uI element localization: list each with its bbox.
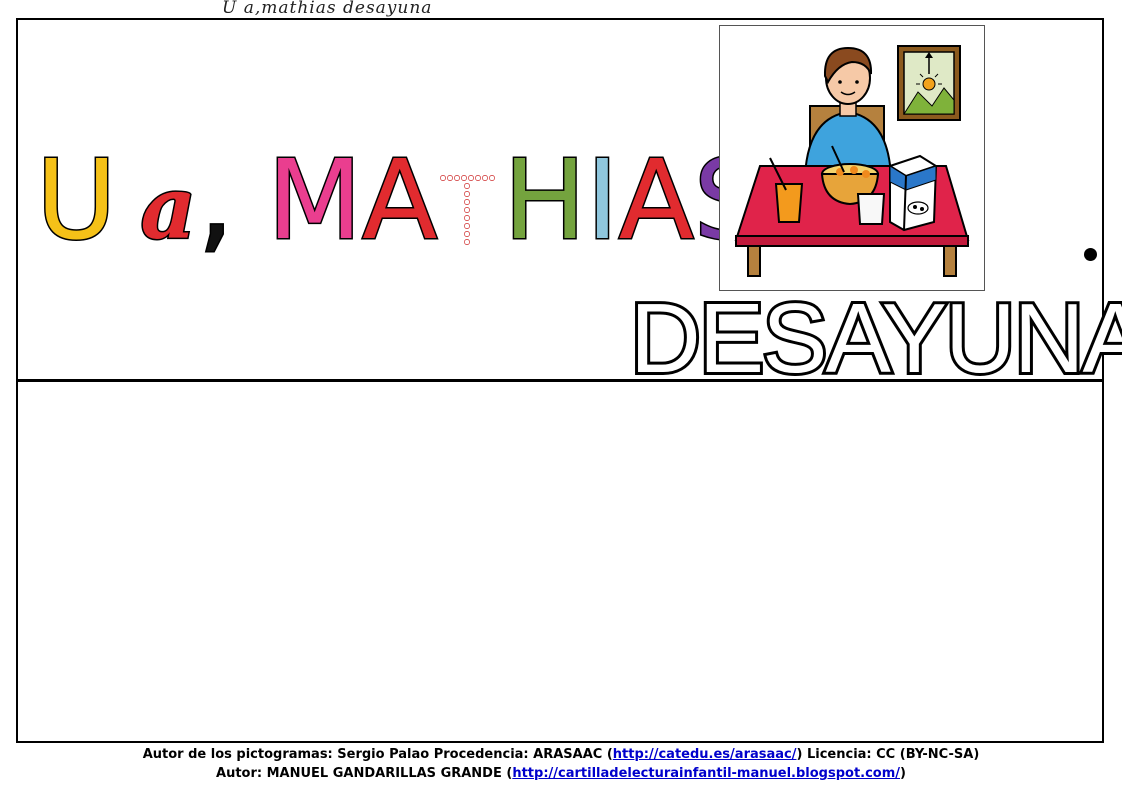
letter-m: M [266,136,364,264]
letter-h: H [502,136,588,264]
letter-i: I [585,136,620,264]
arasaac-link[interactable]: http://catedu.es/arasaac/ [613,747,797,762]
letter-u: U [35,136,118,264]
credits-line-1-license: ) Licencia: CC (BY-NC-SA) [796,747,980,762]
credits-line-2-text: Autor: MANUEL GANDARILLAS GRANDE ( [216,766,513,781]
worksheet-caption: U a,mathias desayuna [222,0,433,18]
credits: Autor de los pictogramas: Sergio Palao P… [0,745,1122,783]
credits-line-1-text: Autor de los pictogramas: Sergio Palao P… [142,747,613,762]
letter-a-2: A [617,136,695,264]
credits-line-2-close: ) [900,766,906,781]
letter-a: A [361,136,439,264]
blog-link[interactable]: http://cartilladelecturainfantil-manuel.… [512,766,900,781]
comma: , [197,136,235,264]
verb-word: DESAYUNA [627,283,1122,393]
letter-a-script: a [139,157,198,261]
breakfast-pictogram [719,25,985,291]
letter-t-dotted: T [437,140,503,260]
period-dot [1084,248,1097,261]
sentence-headline: Ua,MA THIAS [35,136,766,280]
child-eating-breakfast-icon [734,45,970,277]
credits-line-2: Autor: MANUEL GANDARILLAS GRANDE (http:/… [0,764,1122,783]
credits-line-1: Autor de los pictogramas: Sergio Palao P… [0,745,1122,764]
